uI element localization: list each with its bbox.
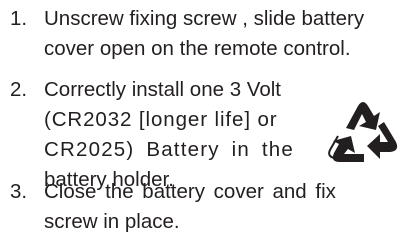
step-number: 1. [10,7,28,30]
step-line: screw in place. [44,210,180,233]
step-line: cover open on the remote control. [44,37,351,60]
step-number: 3. [10,180,28,203]
step-line: Unscrew fixing screw , slide battery [44,7,365,30]
step-line: Correctly install one 3 Volt [44,78,282,101]
step-text: Unscrew fixing screw , slide battery cov… [44,4,364,64]
step-line: (CR2032 [longer life] or [44,108,278,131]
step-line: Close the battery cover and fix [44,180,336,203]
step-text: Close the battery cover and fix screw in… [44,177,336,237]
battery-instructions: 1. Unscrew fixing screw , slide battery … [0,0,414,247]
step-number: 2. [10,78,28,101]
step-line: CR2025) Battery in the [44,138,294,161]
recycle-icon [328,102,398,162]
